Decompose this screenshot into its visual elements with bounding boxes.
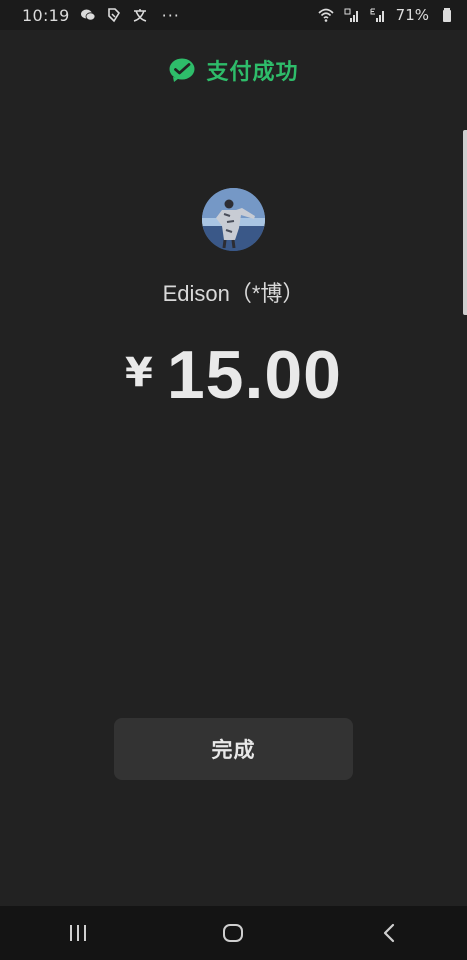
wechat-icon (80, 7, 96, 23)
signal-4g-icon (344, 7, 360, 23)
battery-percent: 71% (395, 6, 429, 24)
wechat-pay-check-icon (169, 58, 195, 82)
payment-success-header: 支付成功 (0, 52, 467, 88)
currency-symbol: ¥ (124, 350, 153, 396)
back-icon (384, 923, 395, 943)
signal-e-icon (370, 7, 386, 23)
status-right: 71% (318, 6, 455, 24)
recent-apps-icon (69, 925, 86, 941)
home-icon (223, 924, 244, 942)
more-notifications-dots: ··· (161, 5, 180, 25)
payment-amount: ¥ 15.00 (0, 336, 467, 414)
done-button[interactable]: 完成 (114, 718, 353, 780)
status-bar: 10:19 ··· 71% (0, 0, 467, 30)
battery-icon (439, 7, 455, 23)
status-left: 10:19 ··· (22, 6, 180, 25)
page-title: 支付成功 (206, 60, 299, 85)
back-button[interactable] (359, 913, 419, 953)
shield-icon (106, 7, 122, 23)
recent-apps-button[interactable] (48, 913, 108, 953)
home-button[interactable] (203, 913, 263, 953)
translate-icon (132, 7, 148, 23)
navigation-bar (0, 906, 467, 960)
wifi-icon (318, 7, 334, 23)
payee-name: Edison（*博） (162, 281, 305, 306)
avatar (202, 188, 265, 251)
amount-value: 15.00 (166, 337, 342, 413)
status-time: 10:19 (22, 5, 70, 25)
